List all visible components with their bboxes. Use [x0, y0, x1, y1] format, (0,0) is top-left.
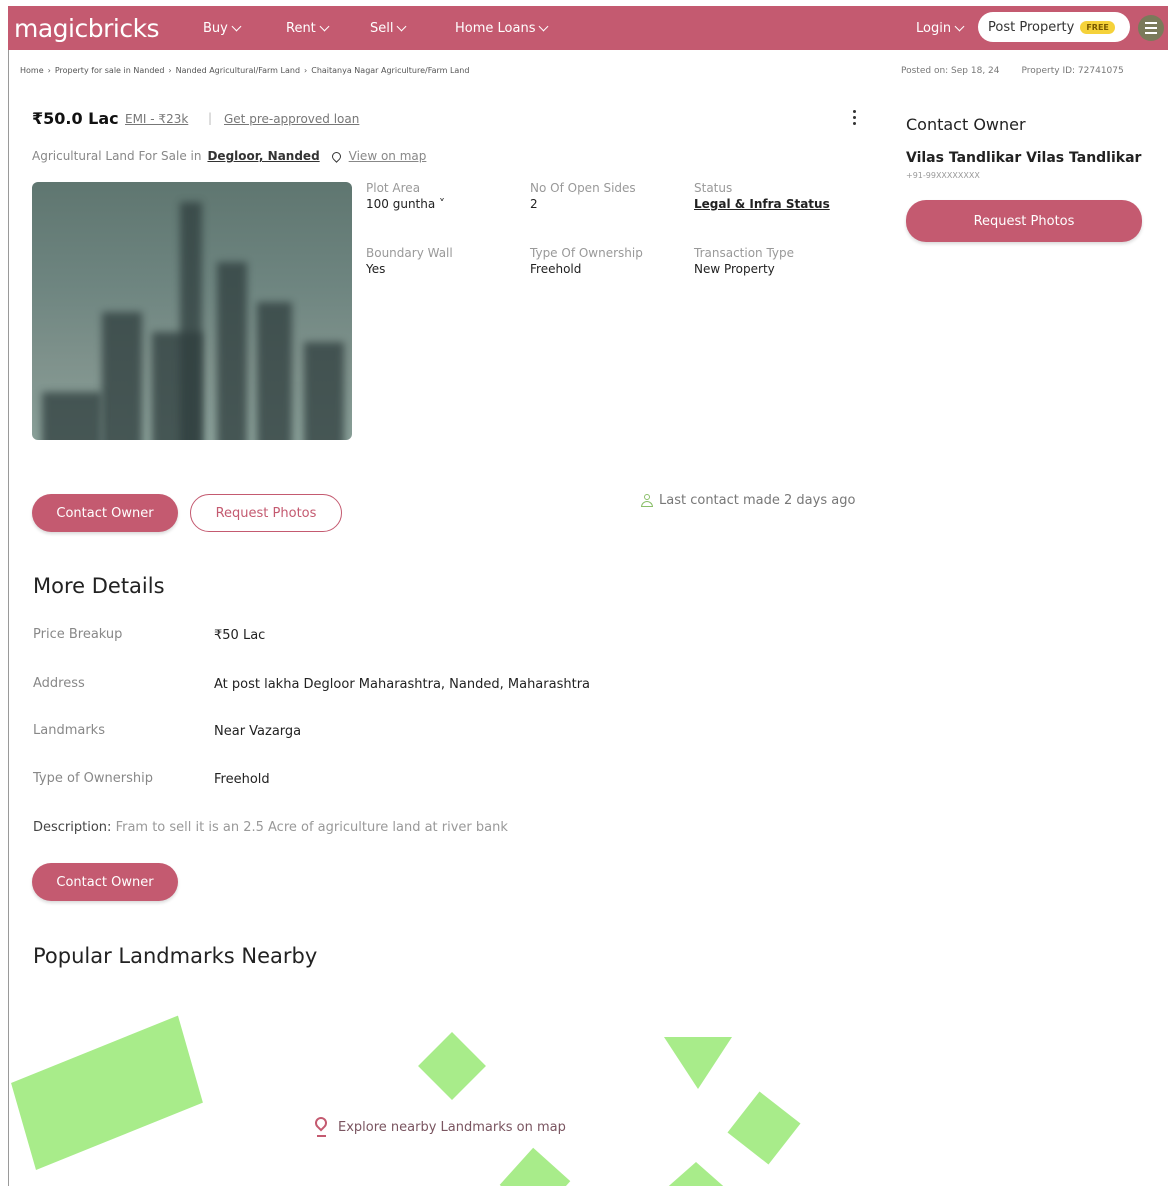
spec-transaction-type: Transaction Type New Property [694, 246, 795, 276]
description-text: Fram to sell it is an 2.5 Acre of agricu… [115, 820, 508, 835]
chevron-down-icon [539, 21, 549, 31]
person-icon [641, 494, 653, 507]
breadcrumb-separator: › [168, 66, 172, 75]
top-navbar: magicbricks Buy Rent Sell Home Loans Log… [8, 6, 1168, 50]
nav-sell-label: Sell [370, 20, 394, 36]
landmarks-value: Near Vazarga [214, 724, 302, 739]
map-region [418, 1032, 486, 1100]
owner-phone: +91-99XXXXXXXX [906, 171, 980, 180]
request-photos-button[interactable]: Request Photos [190, 494, 342, 532]
spec-boundary-wall: Boundary Wall Yes [366, 246, 453, 276]
nav-rent-label: Rent [286, 20, 316, 36]
breadcrumb-category[interactable]: Nanded Agricultural/Farm Land [176, 66, 300, 75]
chevron-down-icon [231, 21, 242, 31]
property-id: Property ID: 72741075 [1021, 66, 1124, 76]
price-breakup-value: ₹50 Lac [214, 628, 266, 643]
nav-login[interactable]: Login [916, 20, 965, 36]
spec-plot-area: Plot Area 100 guntha ˅ [366, 181, 446, 211]
landmarks-label: Landmarks [33, 723, 105, 738]
breadcrumb-locality[interactable]: Chaitanya Nagar Agriculture/Farm Land [311, 66, 469, 75]
address-value: At post lakha Degloor Maharashtra, Nande… [214, 677, 591, 692]
last-contact-text: Last contact made 2 days ago [659, 493, 856, 508]
listing-subtitle: Agricultural Land For Sale in Degloor, N… [32, 149, 426, 163]
nav-buy-label: Buy [203, 20, 228, 36]
breadcrumb-separator: › [47, 66, 51, 75]
map-pin-icon [329, 149, 343, 163]
listing-price: ₹50.0 Lac [32, 109, 119, 128]
location-pin-icon [314, 1117, 328, 1137]
posted-date: Posted on: Sep 18, 24 [901, 66, 1000, 76]
nav-home-loans[interactable]: Home Loans [455, 20, 549, 36]
listing-meta: Posted on: Sep 18, 24 Property ID: 72741… [901, 66, 1124, 76]
property-page: magicbricks Buy Rent Sell Home Loans Log… [0, 0, 1168, 1186]
breadcrumb-home[interactable]: Home [20, 66, 44, 75]
details-contact-owner-button[interactable]: Contact Owner [32, 863, 178, 901]
spec-status: Status Legal & Infra Status [694, 181, 830, 211]
breadcrumb-city[interactable]: Property for sale in Nanded [55, 66, 165, 75]
breadcrumb: Home › Property for sale in Nanded › Nan… [20, 66, 469, 75]
nav-rent[interactable]: Rent [286, 20, 330, 36]
emi-link[interactable]: EMI - ₹23k [125, 112, 188, 126]
last-contact-info: Last contact made 2 days ago [641, 493, 855, 508]
spec-open-sides: No Of Open Sides 2 [530, 181, 636, 211]
ownership-label: Type of Ownership [33, 771, 153, 786]
more-options-icon[interactable] [853, 110, 856, 125]
price-breakup-label: Price Breakup [33, 627, 123, 642]
explore-landmarks-link[interactable]: Explore nearby Landmarks on map [314, 1117, 566, 1137]
magicbricks-logo[interactable]: magicbricks [14, 16, 204, 41]
map-region [11, 1015, 203, 1170]
property-photo[interactable] [32, 182, 352, 440]
location-link[interactable]: Degloor, Nanded [207, 149, 319, 163]
contact-owner-button[interactable]: Contact Owner [32, 494, 178, 532]
post-property-label: Post Property [988, 19, 1075, 35]
landmarks-title: Popular Landmarks Nearby [33, 944, 318, 968]
nav-home-loans-label: Home Loans [455, 20, 536, 36]
contact-card-title: Contact Owner [906, 115, 1026, 134]
hamburger-menu-icon[interactable] [1138, 15, 1164, 41]
nav-login-label: Login [916, 20, 952, 36]
page-border [8, 50, 9, 1186]
subtitle-prefix: Agricultural Land For Sale in [32, 149, 202, 163]
landmarks-map[interactable] [10, 990, 1168, 1186]
description: Description: Fram to sell it is an 2.5 A… [33, 820, 508, 835]
post-property-button[interactable]: Post Property FREE [978, 12, 1130, 42]
chevron-down-icon [954, 21, 965, 31]
map-region [499, 1147, 571, 1186]
nav-sell[interactable]: Sell [370, 20, 407, 36]
explore-landmarks-label: Explore nearby Landmarks on map [338, 1119, 566, 1135]
legal-infra-status-link[interactable]: Legal & Infra Status [694, 197, 830, 211]
chevron-down-icon [319, 21, 330, 31]
owner-name: Vilas Tandlikar Vilas Tandlikar [906, 150, 1142, 166]
nav-buy[interactable]: Buy [203, 20, 242, 36]
map-region [727, 1091, 801, 1165]
map-region [662, 1162, 730, 1186]
card-request-photos-button[interactable]: Request Photos [906, 200, 1142, 242]
breadcrumb-separator: › [304, 66, 308, 75]
pre-approved-loan-link[interactable]: Get pre-approved loan [224, 112, 359, 126]
ownership-value: Freehold [214, 772, 270, 787]
address-label: Address [33, 676, 85, 691]
description-label: Description: [33, 820, 112, 835]
map-region [664, 1037, 732, 1089]
spec-ownership: Type Of Ownership Freehold [530, 246, 643, 276]
price-separator: | [208, 111, 213, 125]
free-badge: FREE [1080, 20, 1115, 34]
more-details-title: More Details [33, 574, 165, 598]
view-on-map-link[interactable]: View on map [349, 149, 427, 163]
chevron-down-icon [397, 21, 407, 31]
